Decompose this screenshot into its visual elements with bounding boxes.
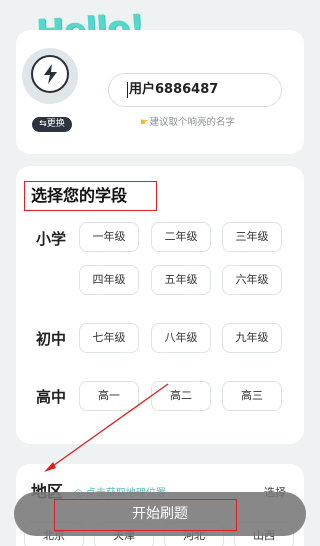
lightning-icon	[31, 55, 69, 93]
name-hint-text: 建议取个响亮的名字	[149, 117, 236, 128]
grade-button[interactable]: 一年级	[79, 222, 139, 252]
grade-button[interactable]: 七年级	[79, 323, 139, 353]
pointing-hand-icon: ☛	[140, 117, 149, 128]
grade-button[interactable]: 二年级	[151, 222, 211, 252]
level-label-middle: 初中	[36, 330, 67, 348]
level-label-primary: 小学	[36, 230, 67, 248]
grade-button[interactable]: 高一	[79, 381, 139, 411]
grade-button[interactable]: 四年级	[79, 265, 139, 295]
username-value: 用户6886487	[129, 82, 219, 97]
grade-button[interactable]: 九年级	[222, 323, 282, 353]
grade-button[interactable]: 六年级	[222, 265, 282, 295]
grade-section-title: 选择您的学段	[24, 181, 157, 211]
grade-button[interactable]: 高三	[222, 381, 282, 411]
grade-button[interactable]: 高二	[151, 381, 211, 411]
avatar[interactable]	[22, 48, 78, 104]
level-label-high: 高中	[36, 388, 67, 406]
grade-button[interactable]: 八年级	[151, 323, 211, 353]
username-field[interactable]: 用户6886487	[108, 73, 282, 107]
grade-button[interactable]: 五年级	[151, 265, 211, 295]
grade-button[interactable]: 三年级	[222, 222, 282, 252]
name-hint: ☛建议取个响亮的名字	[140, 114, 235, 128]
start-button-label: 开始刷题	[132, 506, 188, 522]
text-cursor	[127, 82, 128, 98]
swap-avatar-button[interactable]: ⇆更换	[32, 117, 72, 132]
